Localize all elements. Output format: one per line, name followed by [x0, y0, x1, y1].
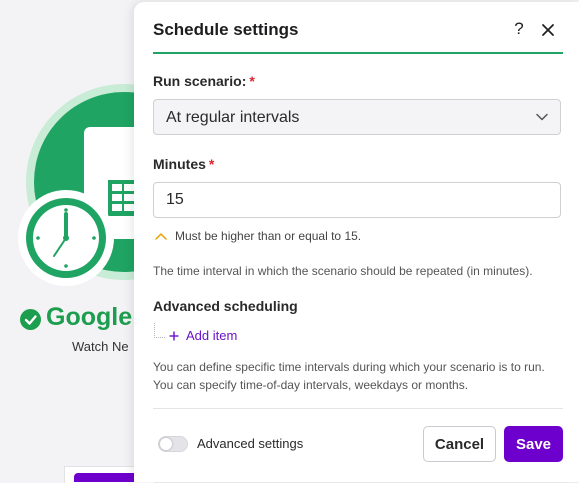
- minutes-help-text: The time interval in which the scenario …: [153, 264, 533, 278]
- module-subtitle: Watch Ne: [72, 339, 129, 354]
- advanced-settings-label: Advanced settings: [197, 436, 304, 451]
- chevron-down-icon: [536, 113, 548, 121]
- toggle-knob: [160, 438, 172, 450]
- minutes-label-text: Minutes: [153, 156, 206, 172]
- plus-icon: [169, 331, 179, 341]
- run-scenario-label: Run scenario: *: [153, 73, 255, 89]
- run-scenario-label-text: Run scenario:: [153, 73, 247, 89]
- module-app-name: Google: [46, 303, 133, 331]
- dialog-title: Schedule settings: [153, 20, 299, 39]
- help-icon[interactable]: ?: [512, 19, 526, 39]
- minutes-input[interactable]: [153, 182, 561, 218]
- add-item-label: Add item: [186, 328, 238, 343]
- run-scenario-value: At regular intervals: [166, 109, 300, 126]
- required-mark: *: [208, 156, 215, 172]
- advanced-settings-toggle[interactable]: [158, 436, 188, 452]
- chevron-up-icon: [155, 233, 167, 240]
- save-button[interactable]: Save: [504, 426, 563, 462]
- check-icon: [20, 309, 41, 330]
- title-divider: [153, 52, 563, 54]
- schedule-settings-dialog: Schedule settings ? Run scenario: * At re…: [134, 2, 579, 482]
- tree-connector: [154, 323, 165, 338]
- required-mark: *: [249, 73, 255, 89]
- close-icon[interactable]: [540, 22, 556, 38]
- clock-icon: [26, 198, 106, 278]
- advanced-scheduling-description: You can define specific time intervals d…: [153, 360, 545, 392]
- add-item-button[interactable]: Add item: [169, 328, 237, 343]
- advanced-scheduling-label: Advanced scheduling: [153, 298, 298, 314]
- minutes-label: Minutes *: [153, 156, 214, 172]
- footer-divider: [153, 408, 563, 409]
- minutes-hint: Must be higher than or equal to 15.: [175, 229, 362, 243]
- run-scenario-select[interactable]: At regular intervals: [153, 99, 561, 135]
- cancel-button[interactable]: Cancel: [423, 426, 496, 462]
